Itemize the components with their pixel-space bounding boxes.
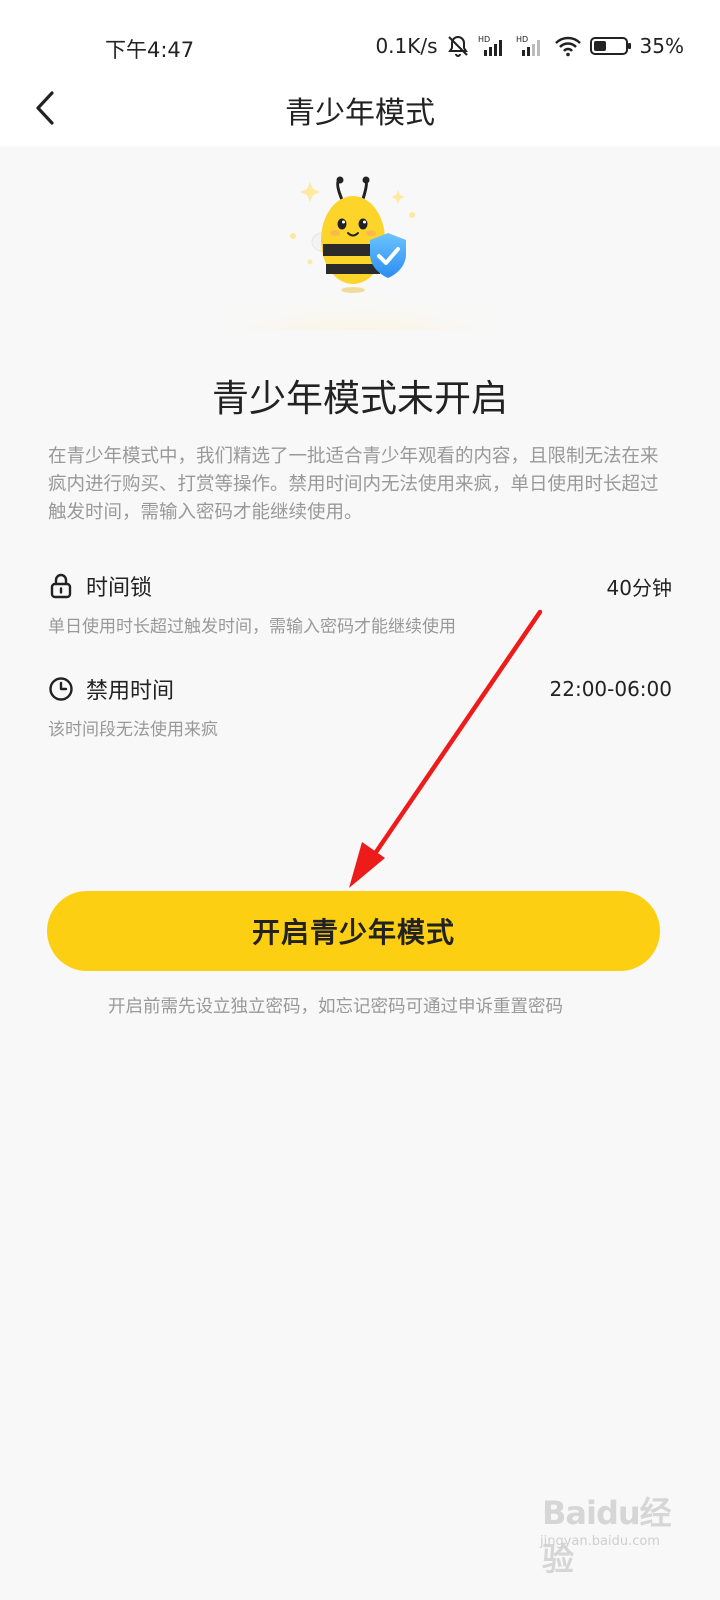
watermark-url: jingyan.baidu.com — [540, 1534, 660, 1549]
enable-teen-mode-button[interactable]: 开启青少年模式 — [47, 891, 660, 971]
hd-signal-icon: HD — [516, 35, 540, 56]
battery-icon — [589, 37, 631, 55]
svg-text:HD: HD — [478, 35, 490, 44]
svg-text:HD: HD — [516, 35, 528, 44]
password-note: 开启前需先设立独立密码，如忘记密码可通过申诉重置密码 — [108, 997, 563, 1017]
setting-disable-time: 禁用时间 22:00-06:00 该时间段无法使用来疯 — [48, 673, 672, 740]
setting-value: 22:00-06:00 — [549, 677, 673, 701]
status-heading: 青少年模式未开启 — [212, 377, 508, 420]
lock-icon — [48, 573, 74, 599]
nav-bar: 青少年模式 — [0, 70, 720, 146]
setting-label: 时间锁 — [86, 576, 153, 601]
page-title: 青少年模式 — [285, 96, 435, 131]
setting-value: 40分钟 — [606, 575, 672, 600]
setting-time-lock: 时间锁 40分钟 单日使用时长超过触发时间，需输入密码才能继续使用 — [48, 570, 672, 637]
status-icons: 0.1K/s HD HD 35% — [375, 34, 684, 58]
mute-bell-icon — [447, 35, 468, 57]
setting-description: 单日使用时长超过触发时间，需输入密码才能继续使用 — [48, 617, 456, 637]
clock-icon — [48, 676, 74, 702]
setting-description: 该时间段无法使用来疯 — [48, 720, 218, 740]
watermark: Baidu经验 jingyan.baidu.com — [540, 1488, 680, 1578]
network-speed: 0.1K/s — [375, 34, 438, 58]
wifi-icon — [554, 36, 581, 57]
status-time: 下午4:47 — [105, 38, 195, 62]
bee-mascot-shield-icon — [220, 176, 500, 352]
mode-description: 在青少年模式中，我们精选了一批适合青少年观看的内容，且限制无法在来疯内进行购买、… — [48, 446, 659, 523]
setting-label: 禁用时间 — [86, 679, 175, 704]
battery-percent: 35% — [639, 34, 684, 58]
hd-signal-icon: HD — [478, 35, 502, 56]
hero-illustration — [200, 160, 520, 352]
